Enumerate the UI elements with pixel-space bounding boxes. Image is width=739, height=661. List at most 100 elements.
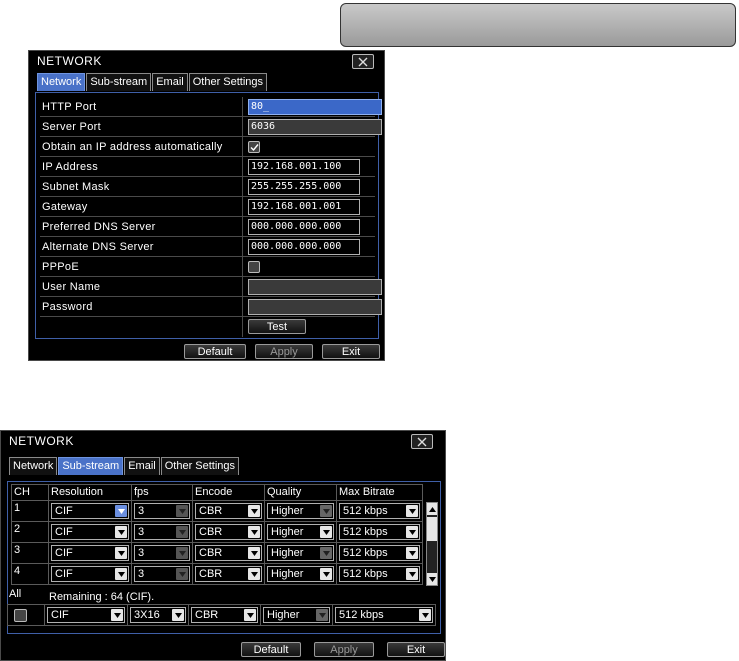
close-button[interactable] <box>352 54 374 69</box>
bitrate-select[interactable]: 512 kbps <box>339 566 420 582</box>
encode-value: CBR <box>199 526 223 538</box>
table-scrollbar[interactable] <box>426 502 438 586</box>
scroll-down-icon[interactable] <box>427 573 437 585</box>
resolution-value: CIF <box>55 568 73 580</box>
quality-select[interactable]: Higher <box>267 566 334 582</box>
dialog-title: NETWORK <box>9 434 74 448</box>
quality-select[interactable]: Higher <box>267 503 334 519</box>
http-port-input[interactable]: 80_ <box>248 99 382 115</box>
ip-address-input[interactable]: 192.168.001.100 <box>248 159 360 175</box>
encode-select[interactable]: CBR <box>195 545 262 561</box>
bitrate-select[interactable]: 512 kbps <box>339 524 420 540</box>
chevron-down-icon <box>244 609 256 621</box>
chevron-down-icon <box>115 526 127 538</box>
pppoe-checkbox[interactable] <box>248 261 260 273</box>
chevron-down-icon <box>248 568 260 580</box>
quality-select[interactable]: Higher <box>267 524 334 540</box>
tab-email[interactable]: Email <box>124 457 160 475</box>
user-name-row: User Name <box>40 277 382 297</box>
fps-value: 3 <box>138 526 145 538</box>
remaining-text: Remaining : 64 (CIF). <box>49 591 155 603</box>
subnet-mask-input[interactable]: 255.255.255.000 <box>248 179 360 195</box>
resolution-select[interactable]: CIF <box>51 566 129 582</box>
tab-network[interactable]: Network <box>37 73 86 91</box>
all-channels-row: CIF 3X16 CBR Higher 512 kbps <box>7 604 436 626</box>
default-button[interactable]: Default <box>241 642 301 657</box>
resolution-select[interactable]: CIF <box>51 524 129 540</box>
preferred-dns-input[interactable]: 000.000.000.000 <box>248 219 360 235</box>
chevron-down-icon <box>320 568 332 580</box>
all-channels-checkbox[interactable] <box>14 609 27 622</box>
tab-bar: Network Sub-stream Email Other Settings <box>9 457 240 475</box>
quality-value: Higher <box>271 505 304 517</box>
chevron-down-icon <box>406 547 418 559</box>
tab-other-settings[interactable]: Other Settings <box>188 73 268 91</box>
bitrate-value: 512 kbps <box>343 526 388 538</box>
all-fps-select[interactable]: 3X16 <box>130 607 186 623</box>
all-resolution-select[interactable]: CIF <box>47 607 125 623</box>
resolution-value: CIF <box>55 547 73 559</box>
encode-value: CBR <box>199 568 223 580</box>
scroll-thumb[interactable] <box>427 517 437 541</box>
tab-sub-stream[interactable]: Sub-stream <box>86 73 152 91</box>
channel-number: 4 <box>11 564 49 585</box>
alternate-dns-row: Alternate DNS Server 000.000.000.000 <box>40 237 375 257</box>
all-encode-select[interactable]: CBR <box>191 607 258 623</box>
password-input[interactable] <box>248 299 382 315</box>
gateway-input[interactable]: 192.168.001.001 <box>248 199 360 215</box>
checkmark-icon <box>250 143 259 151</box>
quality-value: Higher <box>271 526 304 538</box>
resolution-select[interactable]: CIF <box>51 503 129 519</box>
preferred-dns-row: Preferred DNS Server 000.000.000.000 <box>40 217 375 237</box>
gateway-label: Gateway <box>40 197 243 217</box>
encode-select[interactable]: CBR <box>195 524 262 540</box>
all-bitrate-select[interactable]: 512 kbps <box>335 607 433 623</box>
bitrate-select[interactable]: 512 kbps <box>339 503 420 519</box>
test-row: Test <box>40 317 375 337</box>
scroll-up-icon[interactable] <box>427 503 437 515</box>
chevron-down-icon <box>248 547 260 559</box>
subnet-mask-row: Subnet Mask 255.255.255.000 <box>40 177 375 197</box>
test-button[interactable]: Test <box>248 319 306 334</box>
user-name-label: User Name <box>40 277 243 297</box>
tab-other-settings[interactable]: Other Settings <box>160 457 240 475</box>
resolution-value: CIF <box>51 609 69 621</box>
server-port-label: Server Port <box>40 117 243 137</box>
fps-select[interactable]: 3 <box>134 503 190 519</box>
exit-button[interactable]: Exit <box>387 642 445 657</box>
fps-select[interactable]: 3 <box>134 566 190 582</box>
user-name-input[interactable] <box>248 279 382 295</box>
fps-select[interactable]: 3 <box>134 524 190 540</box>
all-quality-select[interactable]: Higher <box>263 607 330 623</box>
encode-select[interactable]: CBR <box>195 566 262 582</box>
encode-value: CBR <box>199 505 223 517</box>
encode-value: CBR <box>195 609 219 621</box>
apply-button[interactable]: Apply <box>314 642 374 657</box>
column-header-max-bitrate: Max Bitrate <box>337 484 423 501</box>
close-button[interactable] <box>411 434 433 449</box>
tab-network[interactable]: Network <box>9 457 58 475</box>
chevron-down-icon <box>320 526 332 538</box>
chevron-down-icon <box>111 609 123 621</box>
obtain-ip-checkbox[interactable] <box>248 141 260 153</box>
exit-button[interactable]: Exit <box>322 344 380 359</box>
apply-button[interactable]: Apply <box>255 344 313 359</box>
quality-select[interactable]: Higher <box>267 545 334 561</box>
chevron-down-icon <box>406 526 418 538</box>
table-row: 1 CIF 3 CBR Higher 512 kbps <box>11 501 423 522</box>
http-port-row: HTTP Port 80_ <box>40 97 382 117</box>
chevron-down-icon <box>419 609 431 621</box>
bitrate-select[interactable]: 512 kbps <box>339 545 420 561</box>
server-port-input[interactable]: 6036 <box>248 119 382 135</box>
obtain-ip-row: Obtain an IP address automatically <box>40 137 375 157</box>
fps-value: 3X16 <box>134 609 160 621</box>
quality-value: Higher <box>271 547 304 559</box>
encode-select[interactable]: CBR <box>195 503 262 519</box>
tab-email[interactable]: Email <box>152 73 188 91</box>
default-button[interactable]: Default <box>184 344 246 359</box>
tab-sub-stream[interactable]: Sub-stream <box>58 457 124 475</box>
substream-table-header: CH Resolution fps Encode Quality Max Bit… <box>11 484 423 501</box>
alternate-dns-input[interactable]: 000.000.000.000 <box>248 239 360 255</box>
resolution-select[interactable]: CIF <box>51 545 129 561</box>
fps-select[interactable]: 3 <box>134 545 190 561</box>
